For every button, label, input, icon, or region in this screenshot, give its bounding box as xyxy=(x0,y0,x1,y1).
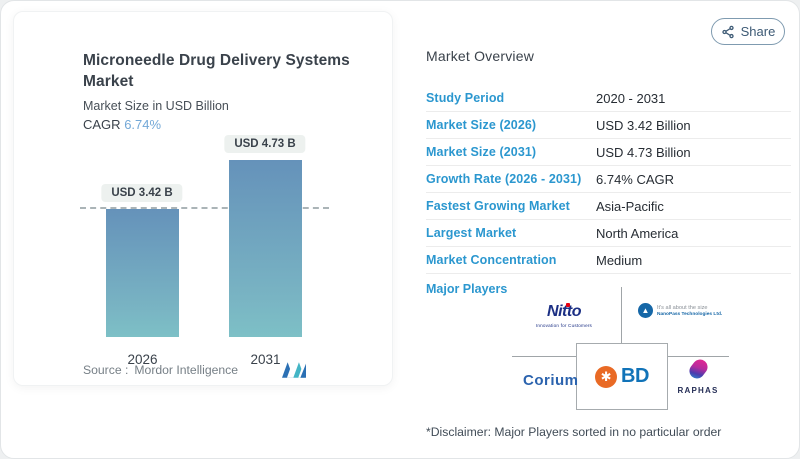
chart-title: Microneedle Drug Delivery Systems Market xyxy=(83,52,350,90)
market-overview-panel: Share Market Overview Study Period 2020 -… xyxy=(411,1,799,458)
table-row: Market Concentration Medium xyxy=(426,247,791,274)
chart-header: Microneedle Drug Delivery Systems Market… xyxy=(14,12,392,132)
cagr-value: 6.74% xyxy=(124,117,162,132)
source-label: Source : xyxy=(83,363,129,377)
table-row: Market Size (2031) USD 4.73 Billion xyxy=(426,139,791,166)
row-value: Asia-Pacific xyxy=(596,198,664,214)
table-row: Largest Market North America xyxy=(426,220,791,247)
raphas-logo-icon xyxy=(685,356,711,382)
player-logo-nitto: Nitto Innovation for Customers xyxy=(533,303,595,328)
player-logo-nanopass: ▲ It's all about the size NanoPass Techn… xyxy=(638,303,722,318)
bar-value-label-2031: USD 4.73 B xyxy=(224,135,306,153)
player-logo-bd: ✱ BD xyxy=(576,343,668,410)
row-label: Market Size (2031) xyxy=(426,145,537,159)
row-value: USD 3.42 Billion xyxy=(596,117,691,133)
major-players-label: Major Players xyxy=(426,282,508,296)
row-value: 2020 - 2031 xyxy=(596,90,666,106)
cagr-label: CAGR xyxy=(83,117,121,132)
table-row: Fastest Growing Market Asia-Pacific xyxy=(426,193,791,220)
nitto-tagline: Innovation for Customers xyxy=(535,323,593,328)
chart-subtitle: Market Size in USD Billion xyxy=(83,99,229,113)
bd-logo-icon: ✱ xyxy=(595,365,618,388)
overview-table: Study Period 2020 - 2031 Market Size (202… xyxy=(426,85,791,274)
nanopass-name: NanoPass Technologies Ltd. xyxy=(657,311,723,317)
share-icon xyxy=(721,25,734,38)
row-value: 6.74% CAGR xyxy=(596,171,675,187)
bar-2026 xyxy=(106,209,179,337)
source-attribution: Source : Mordor Intelligence xyxy=(83,363,238,377)
cagr-line: CAGR 6.74% xyxy=(83,117,392,132)
share-button[interactable]: Share xyxy=(711,18,785,45)
panel-heading: Market Overview xyxy=(426,48,535,64)
raphas-wordmark: RAPHAS xyxy=(677,386,719,395)
bar-value-label-2026: USD 3.42 B xyxy=(101,184,183,202)
table-row: Study Period 2020 - 2031 xyxy=(426,85,791,112)
row-value: North America xyxy=(596,225,679,241)
connector-vertical-line xyxy=(621,287,622,343)
table-row: Growth Rate (2026 - 2031) 6.74% CAGR xyxy=(426,166,791,193)
players-disclaimer: *Disclaimer: Major Players sorted in no … xyxy=(426,425,722,439)
infographic-frame: Microneedle Drug Delivery Systems Market… xyxy=(0,0,800,459)
nanopass-logo-icon: ▲ xyxy=(638,303,653,318)
mordor-intelligence-logo-icon xyxy=(282,362,306,378)
nitto-wordmark: Nitto xyxy=(547,303,581,320)
row-label: Market Size (2026) xyxy=(426,118,537,132)
player-logo-corium: Corium xyxy=(523,372,579,389)
table-row: Market Size (2026) USD 3.42 Billion xyxy=(426,112,791,139)
bd-wordmark: BD xyxy=(621,365,649,387)
bar-2031 xyxy=(229,160,302,337)
share-button-label: Share xyxy=(740,24,776,39)
row-label: Growth Rate (2026 - 2031) xyxy=(426,172,582,186)
row-label: Largest Market xyxy=(426,226,517,240)
row-label: Fastest Growing Market xyxy=(426,199,570,213)
row-value: USD 4.73 Billion xyxy=(596,144,691,160)
source-value: Mordor Intelligence xyxy=(134,363,239,377)
row-label: Study Period xyxy=(426,91,505,105)
row-label: Market Concentration xyxy=(426,253,557,267)
player-logo-raphas: RAPHAS xyxy=(676,356,720,395)
market-chart-card: Microneedle Drug Delivery Systems Market… xyxy=(13,11,393,386)
nitto-red-dot-icon xyxy=(566,303,571,307)
nanopass-tagline: It's all about the size xyxy=(657,304,708,311)
row-value: Medium xyxy=(596,252,643,268)
bar-chart: USD 3.42 B USD 4.73 B 2026 2031 xyxy=(14,135,392,367)
